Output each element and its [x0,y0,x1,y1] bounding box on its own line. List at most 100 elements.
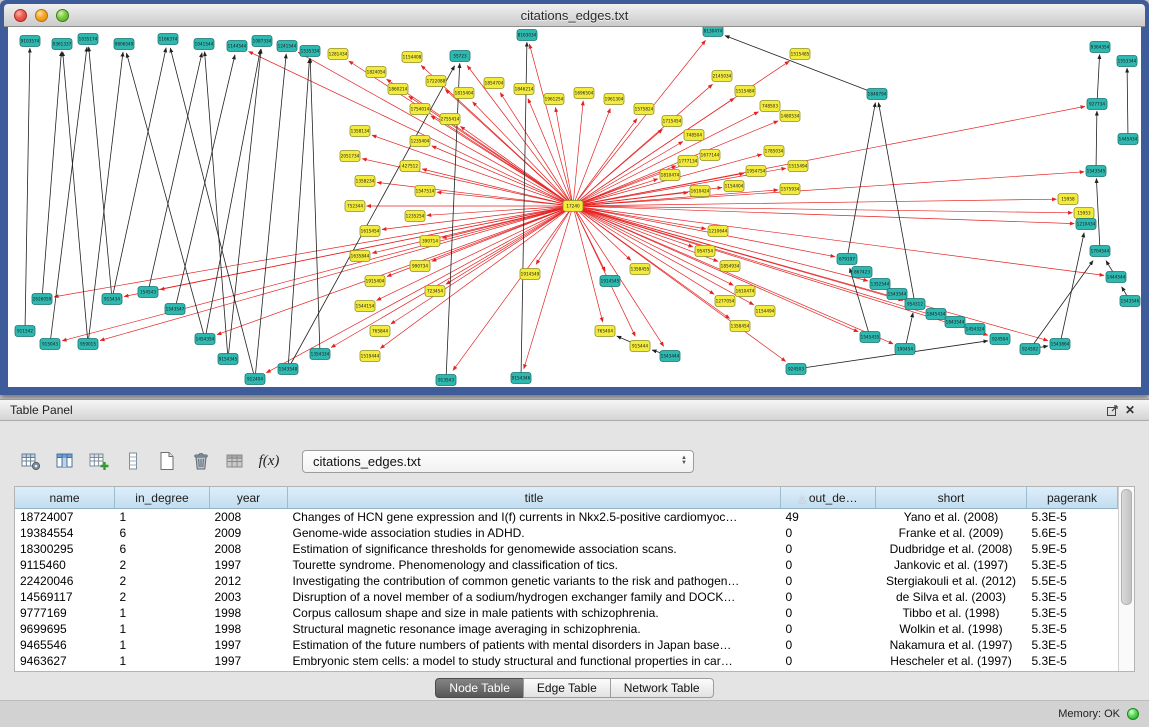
graph-node[interactable]: 390714 [420,236,440,247]
graph-edge[interactable] [170,48,255,379]
tab-node-table[interactable]: Node Table [435,678,524,698]
graph-node[interactable]: 1961254 [544,94,564,105]
column-header-pagerank[interactable]: pagerank [1027,487,1118,509]
graph-edge[interactable] [228,49,261,359]
table-row[interactable]: 969969511998Structural magnetic resonanc… [15,621,1118,637]
graph-node[interactable]: 1954754 [746,166,766,177]
graph-node[interactable]: 1352544 [870,279,890,290]
graph-edge[interactable] [573,206,754,305]
graph-edge[interactable] [422,169,573,206]
graph-node[interactable]: 1961304 [604,94,624,105]
graph-edge[interactable] [349,61,573,206]
graph-edge[interactable] [573,206,1074,224]
graph-edge[interactable] [148,53,202,292]
float-panel-icon[interactable] [1103,402,1121,418]
graph-node[interactable]: 1547514 [415,186,435,197]
graph-edge[interactable] [573,206,603,322]
graph-node[interactable]: 1210434 [1076,219,1096,230]
graph-edge[interactable] [217,206,573,335]
graph-node[interactable]: 1915404 [365,276,385,287]
graph-node[interactable]: 1914549 [520,269,540,280]
graph-node[interactable]: 9154345 [218,354,238,365]
graph-node[interactable]: 1354334 [310,349,330,360]
column-header-in_degree[interactable]: in_degree [115,487,210,509]
import-table-icon[interactable] [220,447,250,475]
graph-edge[interactable] [288,59,310,369]
graph-node[interactable]: 1445434 [1118,134,1138,145]
graph-node[interactable]: 2755414 [440,114,460,125]
graph-node[interactable]: 9154346 [511,373,531,384]
graph-node[interactable]: 915043 [40,339,60,350]
table-row[interactable]: 1938455462009Genome-wide association stu… [15,525,1118,541]
graph-node[interactable]: 748503 [760,101,780,112]
hide-columns-icon[interactable] [118,447,148,475]
node-table-scroll[interactable]: namein_degreeyeartitle△ out_de…shortpage… [15,487,1118,671]
graph-node[interactable]: 1543444 [660,351,680,362]
graph-node[interactable]: 1154408 [402,52,422,63]
graph-edge[interactable] [573,101,583,206]
table-row[interactable]: 946362711997Embryonic stem cells: a mode… [15,653,1118,669]
graph-node[interactable]: 1610474 [735,286,755,297]
graph-edge[interactable] [42,52,61,299]
graph-edge[interactable] [1096,111,1097,171]
graph-node[interactable]: 765404 [595,326,615,337]
graph-node[interactable]: 1241544 [277,41,297,52]
graph-edge[interactable] [573,206,693,247]
graph-node[interactable]: 924503 [786,364,806,375]
graph-node[interactable]: 679197 [837,254,857,265]
graph-node[interactable]: 1543544 [887,289,907,300]
graph-node[interactable]: 723454 [425,286,445,297]
graph-node[interactable]: 1810474 [660,170,680,181]
tab-edge-table[interactable]: Edge Table [523,678,611,698]
graph-node[interactable]: 752344 [345,201,365,212]
table-mode-icon[interactable] [16,447,46,475]
graph-node[interactable]: 1785034 [764,146,784,157]
function-builder-icon[interactable]: f(x) [254,447,284,475]
graph-edge[interactable] [879,103,916,304]
graph-node[interactable]: 1210644 [708,226,728,237]
graph-node[interactable]: 1610424 [690,186,710,197]
graph-node[interactable]: 1144544 [227,41,247,52]
column-header-name[interactable]: name [15,487,115,509]
graph-node[interactable]: 765844 [370,326,390,337]
graph-edge[interactable] [362,159,573,206]
column-header-short[interactable]: short [876,487,1027,509]
graph-edge[interactable] [1097,55,1100,105]
graph-edge[interactable] [573,61,789,206]
graph-node[interactable]: 913543 [436,375,456,386]
graph-node[interactable]: 2145034 [712,71,732,82]
graph-node[interactable]: 9364354 [1090,42,1110,53]
close-panel-icon[interactable]: ✕ [1121,402,1139,418]
graph-edge[interactable] [573,206,1072,213]
graph-node[interactable]: 867423 [852,267,872,278]
graph-node[interactable]: 1715454 [662,116,682,127]
table-row[interactable]: 2242004622012Investigating the contribut… [15,573,1118,589]
graph-edge[interactable] [573,206,706,229]
graph-edge[interactable] [112,48,166,299]
graph-node[interactable]: 1846214 [514,84,534,95]
graph-node[interactable]: 1777134 [678,156,698,167]
graph-edge[interactable] [255,54,286,379]
graph-node[interactable]: 1543864 [1050,339,1070,350]
graph-node[interactable]: 1815404 [454,88,474,99]
graph-edge[interactable] [1096,179,1100,252]
graph-node[interactable]: 1235254 [405,211,425,222]
graph-node[interactable]: 1444544 [1106,272,1126,283]
graph-node[interactable]: 1358134 [350,126,370,137]
table-row[interactable]: 946554611997Estimation of the future num… [15,637,1118,653]
delete-table-icon[interactable] [186,447,216,475]
graph-node[interactable]: 1281434 [328,49,348,60]
graph-edge[interactable] [25,48,30,331]
graph-node[interactable]: 915434 [102,294,122,305]
column-header-out_degree[interactable]: △ out_de… [781,487,876,509]
graph-node[interactable]: 1544154 [355,301,375,312]
graph-node[interactable]: 9361337 [52,39,72,50]
graph-node[interactable]: 1854934 [720,261,740,272]
vertical-scrollbar[interactable] [1118,487,1134,671]
graph-edge[interactable] [573,206,943,318]
graph-node[interactable]: 911542 [15,326,35,337]
graph-edge[interactable] [1127,68,1128,139]
graph-edge[interactable] [573,106,1085,206]
network-table-dropdown[interactable]: citations_edges.txt ▲▼ [302,450,694,473]
graph-node[interactable]: 1480534 [780,111,800,122]
